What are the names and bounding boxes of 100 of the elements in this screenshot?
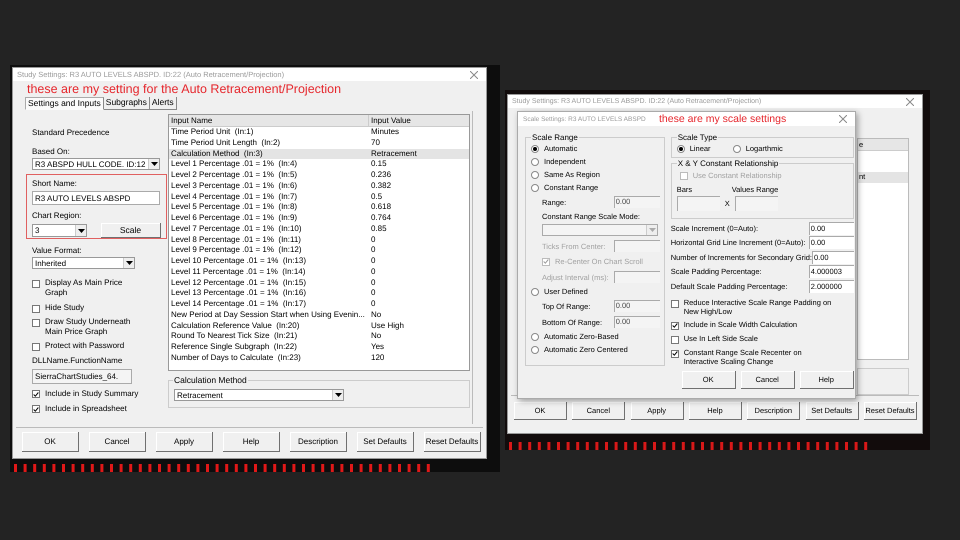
group-label: X & Y Constant Relationship <box>676 159 780 168</box>
table-cell-text: 0.618 <box>370 202 392 213</box>
table-cell-text: Time Period Unit (In:1) <box>170 127 254 138</box>
table-row[interactable]: Level 8 Percentage .01 = 1% (In:11) 0 <box>169 234 469 246</box>
group-box <box>857 368 909 395</box>
field-label: Based On: <box>32 146 70 157</box>
table-cell-text: Level 10 Percentage .01 = 1% (In:13) <box>170 256 307 267</box>
group-label: Calculation Method <box>173 375 248 385</box>
dialog-button[interactable]: OK <box>22 432 79 452</box>
table-row[interactable]: Level 13 Percentage .01 = 1% (In:16) 0 <box>169 288 469 299</box>
table-cell-text: No <box>370 310 382 320</box>
table-row[interactable]: Level 14 Percentage .01 = 1% (In:17) 0 <box>169 299 469 310</box>
checkbox[interactable] <box>32 405 40 413</box>
table-row[interactable]: Number of Days to Calculate (In:23) 120 <box>169 352 469 364</box>
dropdown-arrow-icon[interactable] <box>148 159 159 169</box>
table-cell-text: Minutes <box>370 127 400 138</box>
checkbox[interactable] <box>32 319 40 327</box>
radio-button[interactable] <box>531 332 539 340</box>
dropdown[interactable]: Retracement <box>174 389 344 401</box>
radio-button[interactable] <box>732 144 741 152</box>
tab[interactable]: Alerts <box>150 97 177 110</box>
radio-button[interactable] <box>531 184 539 192</box>
checkbox[interactable] <box>32 280 40 288</box>
dialog-button[interactable]: Set Defaults <box>357 432 414 452</box>
table-row[interactable]: Reference Single Subgraph (In:22) Yes <box>169 342 469 353</box>
table-row[interactable]: Calculation Method (In:3) Retracement <box>169 148 469 160</box>
checkbox[interactable] <box>670 336 679 344</box>
checkbox[interactable] <box>32 390 40 398</box>
table-row[interactable]: Time Period Unit Length (In:2) 70 <box>169 138 469 148</box>
text-field[interactable]: R3 AUTO LEVELS ABSPD <box>32 191 160 205</box>
checkbox[interactable] <box>32 343 40 351</box>
checkbox-label: Display As Main Price Graph <box>45 278 124 298</box>
dropdown[interactable]: R3 ABSPD HULL CODE. ID:12 <box>32 158 160 170</box>
checkbox-label: Include in Study Summary <box>45 388 138 399</box>
text-field[interactable] <box>676 196 720 211</box>
tab[interactable]: Subgraphs <box>104 97 150 110</box>
checkbox[interactable] <box>32 305 40 313</box>
checkbox-label: Protect with Password <box>45 341 126 351</box>
field-label: Value Format: <box>32 245 82 256</box>
close-icon[interactable] <box>470 70 478 78</box>
dropdown[interactable]: Inherited <box>32 257 135 269</box>
table-row[interactable]: Level 4 Percentage .01 = 1% (In:7) 0.5 <box>169 192 469 202</box>
field-label: DLLName.FunctionName <box>32 355 122 366</box>
checkbox-label: Draw Study Underneath Main Price Graph <box>45 317 132 337</box>
column-header: Input Value <box>370 115 411 126</box>
radio-button[interactable] <box>531 288 539 296</box>
table-row[interactable]: Level 2 Percentage .01 = 1% (In:5) 0.236 <box>169 170 469 181</box>
dropdown-arrow-icon[interactable] <box>123 258 134 268</box>
table-cell-text: Level 14 Percentage .01 = 1% (In:17) <box>170 299 307 310</box>
table-row[interactable]: Level 11 Percentage .01 = 1% (In:14) 0 <box>169 266 469 278</box>
radio-button[interactable] <box>531 346 539 354</box>
text-field[interactable] <box>734 196 778 211</box>
table-cell-text: 0 <box>370 278 376 288</box>
text-field[interactable] <box>614 240 660 252</box>
text-field[interactable] <box>614 271 660 283</box>
checkbox[interactable] <box>670 300 679 308</box>
dialog-button[interactable]: Help <box>223 432 280 452</box>
dialog-button[interactable]: Apply <box>156 432 213 452</box>
dropdown[interactable]: 3 <box>32 224 87 237</box>
radio-button[interactable] <box>531 170 539 178</box>
table-cell-text: Number of Days to Calculate (In:23) <box>170 352 302 364</box>
table-row[interactable]: Level 5 Percentage .01 = 1% (In:8) 0.618 <box>169 202 469 213</box>
radio-button[interactable] <box>531 144 539 152</box>
table-row[interactable]: Level 12 Percentage .01 = 1% (In:15) 0 <box>169 278 469 288</box>
table-row[interactable]: Round To Nearest Tick Size (In:21) No <box>169 331 469 342</box>
table-cell-text: Level 9 Percentage .01 = 1% (In:12) <box>170 245 303 256</box>
table-row[interactable]: Level 3 Percentage .01 = 1% (In:6) 0.382 <box>169 180 469 192</box>
table-row[interactable]: Level 9 Percentage .01 = 1% (In:12) 0 <box>169 245 469 256</box>
text-field[interactable]: SierraChartStudies_64. <box>32 369 132 384</box>
close-icon[interactable] <box>839 115 847 123</box>
table-row[interactable]: Level 1 Percentage .01 = 1% (In:4) 0.15 <box>169 159 469 170</box>
table-row[interactable]: Level 10 Percentage .01 = 1% (In:13) 0 <box>169 256 469 267</box>
table-cell-text: Level 1 Percentage .01 = 1% (In:4) <box>170 159 298 170</box>
table-cell-text: Reference Single Subgraph (In:22) <box>170 342 298 353</box>
table-row[interactable]: Level 7 Percentage .01 = 1% (In:10) 0.85 <box>169 224 469 234</box>
table-row[interactable]: Level 6 Percentage .01 = 1% (In:9) 0.764 <box>169 213 469 224</box>
table-row[interactable]: Calculation Reference Value (In:20) Use High <box>169 320 469 332</box>
table-row[interactable]: Time Period Unit (In:1) Minutes <box>169 127 469 138</box>
table-cell-text: Level 2 Percentage .01 = 1% (In:5) <box>170 170 298 181</box>
table-cell-text: Round To Nearest Tick Size (In:21) <box>170 331 298 342</box>
checkbox[interactable] <box>670 322 679 330</box>
radio-button[interactable] <box>676 144 685 152</box>
dialog-button[interactable]: Cancel <box>89 432 146 452</box>
table-cell-text: 0 <box>370 234 376 246</box>
close-icon[interactable] <box>906 98 914 106</box>
scale-button[interactable]: Scale <box>101 223 161 238</box>
radio-button[interactable] <box>531 158 539 166</box>
dropdown-arrow-icon[interactable] <box>332 390 343 400</box>
checkbox-label: Hide Study <box>45 303 86 313</box>
table-cell-text: 0 <box>370 288 376 299</box>
dialog-button[interactable]: Reset Defaults <box>424 432 481 452</box>
table-cell-text: 70 <box>370 138 380 148</box>
annotation-text: these are my setting for the Auto Retracement/Projection <box>26 83 342 96</box>
checkbox[interactable] <box>670 350 679 358</box>
table-cell-text: Calculation Method (In:3) <box>170 148 264 160</box>
table-row[interactable]: New Period at Day Session Start when Using Evenin... No <box>169 310 469 320</box>
table-cell-text: 0.15 <box>370 159 387 170</box>
dialog-button[interactable]: Description <box>290 432 347 452</box>
tab[interactable]: Settings and Inputs <box>25 97 104 110</box>
table-cell-text: Retracement <box>370 148 417 160</box>
